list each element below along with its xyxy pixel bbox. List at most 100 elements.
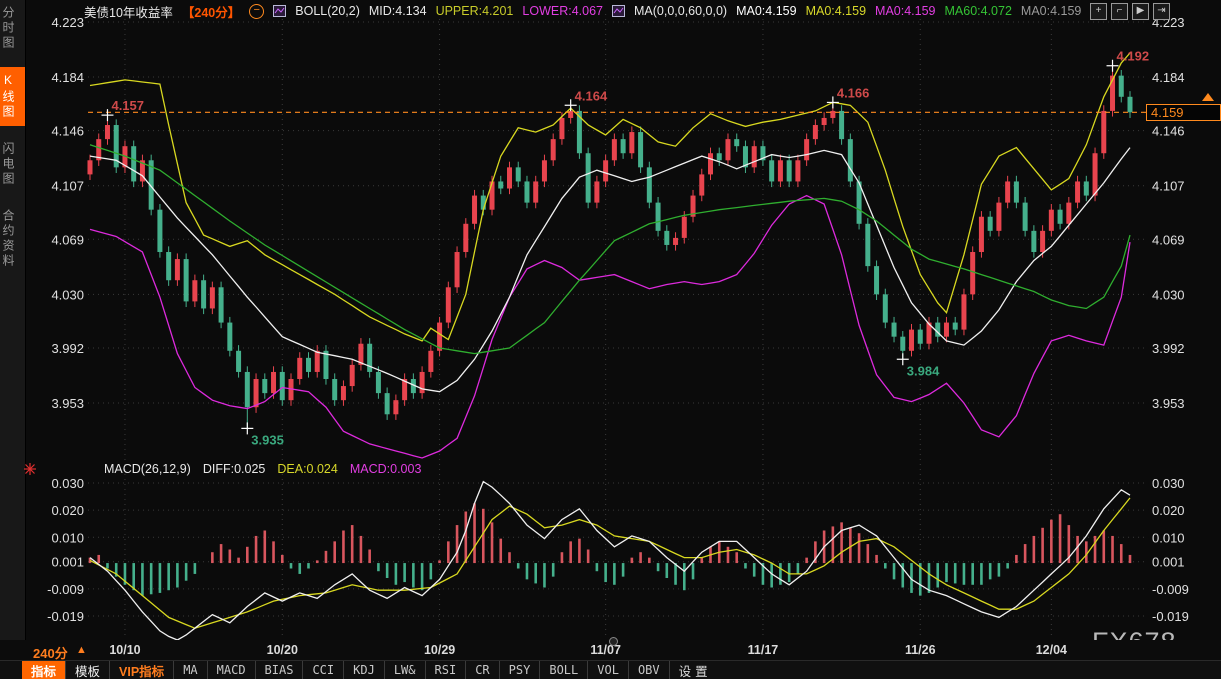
date-label: 12/04 [1029, 643, 1073, 657]
candle-body [1128, 97, 1133, 113]
candle-body [551, 139, 556, 160]
date-label: 11/17 [741, 643, 785, 657]
toolbar-button-4[interactable]: MACD [208, 661, 256, 679]
candle-body [376, 372, 381, 393]
candle-body [393, 400, 398, 414]
candle-body [350, 365, 355, 386]
candle-body [647, 167, 652, 202]
candle-body [1075, 181, 1080, 202]
date-label: 11/26 [898, 643, 942, 657]
candle-body [830, 111, 835, 118]
toolbar-button-0[interactable]: 指标 [22, 661, 66, 679]
toolbar-button-2[interactable]: VIP指标 [110, 661, 174, 679]
candle-body [682, 217, 687, 238]
chart-canvas[interactable]: 4.2234.2234.1844.1844.1464.1464.1074.107… [0, 0, 1221, 660]
scroll-handle[interactable] [609, 637, 618, 646]
toolbar-button-9[interactable]: RSI [426, 661, 467, 679]
sidebar-tab-0[interactable]: 分时图 [0, 0, 25, 57]
sidebar-tab-1[interactable]: K线图 [0, 67, 25, 126]
candle-body [787, 160, 792, 181]
y-axis-label-right: 4.069 [1152, 232, 1185, 247]
boll-indicator-icon [273, 5, 286, 17]
y-axis-label-right: 3.992 [1152, 341, 1185, 356]
period-arrow-icon[interactable]: ▲ [76, 644, 87, 656]
toolbar-button-1[interactable]: 模板 [66, 661, 110, 679]
header-value: MID:4.134 [369, 4, 427, 18]
toolbar-button-13[interactable]: VOL [588, 661, 629, 679]
sidebar-tab-2[interactable]: 闪电图 [0, 136, 25, 193]
candle-body [874, 266, 879, 294]
candle-body [463, 224, 468, 252]
sidebar: 分时图 K线图闪电图合约资料 [0, 0, 26, 679]
fit-right-axis-icon[interactable]: ▶ [1132, 3, 1149, 20]
candle-body [892, 323, 897, 337]
y-axis-label-right: 4.107 [1152, 179, 1185, 194]
candle-body [621, 139, 626, 153]
candle-body [909, 330, 914, 351]
candle-body [184, 259, 189, 301]
candle-body [900, 337, 905, 351]
macd-axis-label-right: -0.019 [1152, 609, 1189, 624]
macd-axis-label-left: -0.009 [47, 582, 84, 597]
current-price-badge: 4.159 [1146, 104, 1221, 121]
candle-body [594, 181, 599, 202]
y-axis-label-left: 4.030 [51, 287, 84, 302]
candle-body [498, 181, 503, 188]
candle-body [804, 139, 809, 160]
move-icon[interactable]: + [1090, 3, 1107, 20]
price-annotation: 4.166 [837, 85, 870, 100]
toolbar-button-12[interactable]: BOLL [540, 661, 588, 679]
header-value: MA60:4.072 [945, 4, 1012, 18]
y-axis-label-right: 3.953 [1152, 396, 1185, 411]
time-axis: 240分 ▲ 10/1010/2010/2911/0711/1711/2612/… [0, 640, 1221, 660]
indicator-toolbar: 指标模板VIP指标MAMACDBIASCCIKDJLW&RSICRPSYBOLL… [0, 660, 1221, 679]
price-annotation: 4.157 [111, 98, 144, 113]
ma-values-group: MA(0,0,0,60,0,0)MA0:4.159MA0:4.159MA0:4.… [634, 4, 1081, 18]
price-annotation: 3.935 [251, 432, 284, 447]
y-axis-label-right: 4.184 [1152, 70, 1185, 85]
candle-body [516, 167, 521, 181]
candle-body [996, 203, 1001, 231]
candle-body [734, 139, 739, 146]
candle-body [524, 181, 529, 202]
toolbar-button-15[interactable]: 设置 [670, 661, 721, 679]
macd-axis-label-right: 0.001 [1152, 555, 1185, 570]
candle-body [219, 287, 224, 322]
candle-body [192, 280, 197, 301]
y-axis-label-left: 4.184 [51, 70, 84, 85]
date-label: 10/10 [103, 643, 147, 657]
toolbar-button-3[interactable]: MA [174, 661, 207, 679]
chart-app-window: 4.2234.2234.1844.1844.1464.1464.1074.107… [0, 0, 1221, 679]
fit-left-axis-icon[interactable]: ⌐ [1111, 3, 1128, 20]
toolbar-button-8[interactable]: LW& [385, 661, 426, 679]
candle-body [262, 379, 267, 393]
candle-body [961, 294, 966, 329]
y-axis-label-left: 4.069 [51, 232, 84, 247]
toolbar-button-7[interactable]: KDJ [344, 661, 385, 679]
toolbar-button-10[interactable]: CR [466, 661, 499, 679]
symbol-title: 美债10年收益率 [84, 2, 173, 21]
expand-right-icon[interactable]: ⇥ [1153, 3, 1170, 20]
candle-body [166, 252, 171, 280]
candle-body [586, 153, 591, 202]
toolbar-button-6[interactable]: CCI [303, 661, 344, 679]
period-tag: 【240分】 [182, 2, 240, 21]
candle-body [455, 252, 460, 287]
toolbar-button-14[interactable]: OBV [629, 661, 670, 679]
y-axis-label-right: 4.146 [1152, 124, 1185, 139]
candle-body [332, 379, 337, 400]
candle-body [559, 118, 564, 139]
candle-body [979, 217, 984, 252]
candle-body [533, 181, 538, 202]
candle-body [612, 139, 617, 160]
candle-body [1066, 203, 1071, 224]
candle-body [638, 132, 643, 167]
toolbar-button-11[interactable]: PSY [500, 661, 541, 679]
macd-axis-label-left: -0.019 [47, 609, 84, 624]
collapse-icon[interactable]: − [249, 4, 264, 19]
toolbar-button-5[interactable]: BIAS [256, 661, 304, 679]
sidebar-tab-3[interactable]: 合约资料 [0, 203, 25, 275]
macd-axis-label-left: 0.020 [51, 503, 84, 518]
candle-body [918, 330, 923, 344]
candle-body [813, 125, 818, 139]
